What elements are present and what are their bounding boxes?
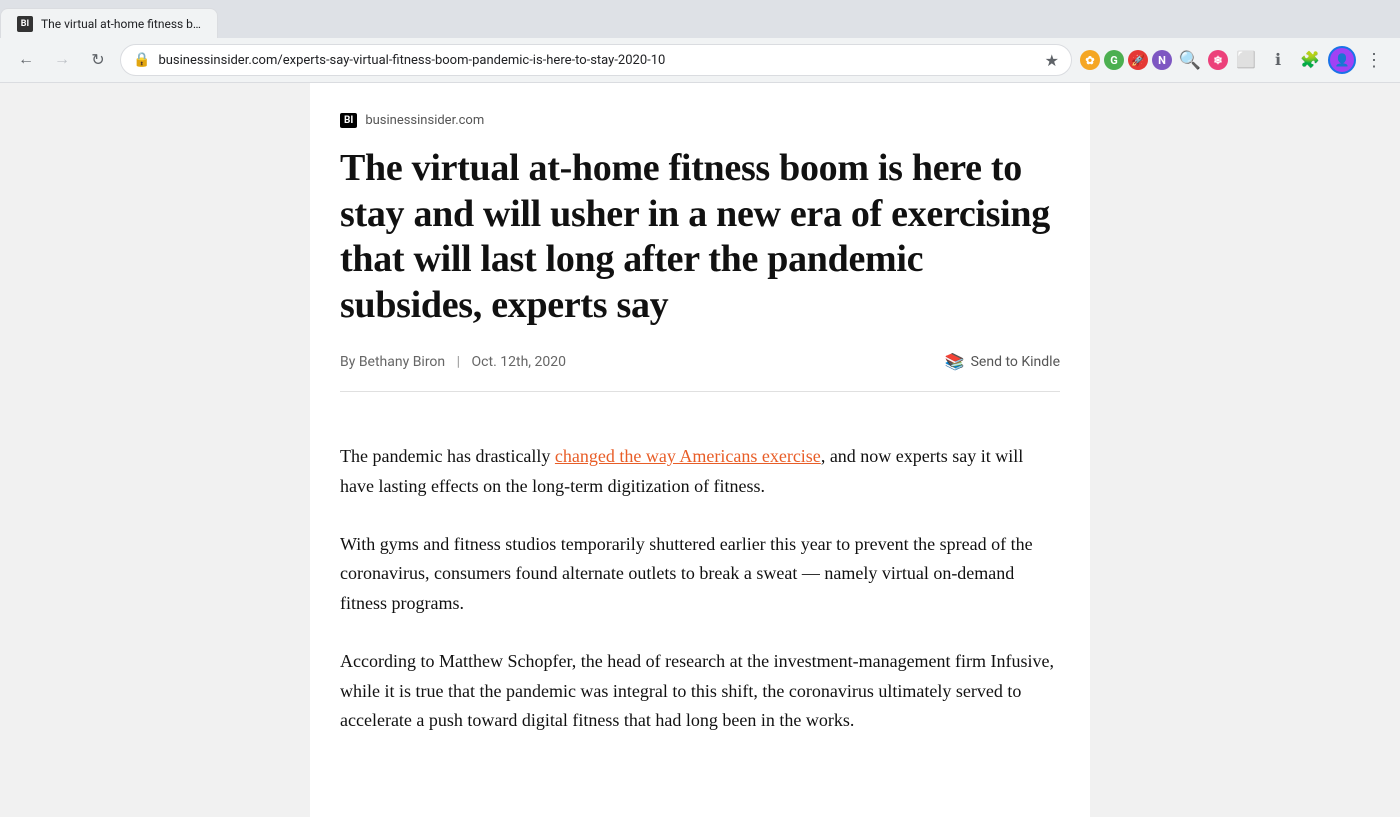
tab-bar: BI The virtual at-home fitness boom is h… <box>0 0 1400 38</box>
grammarly-extension[interactable]: G <box>1104 50 1124 70</box>
browser-toolbar: ← → ↻ 🔒 businessinsider.com/experts-say-… <box>0 38 1400 82</box>
sunflower-extension[interactable]: ✿ <box>1080 50 1100 70</box>
send-to-kindle-button[interactable]: 📚 Send to Kindle <box>945 352 1060 371</box>
article-header: BI businessinsider.com The virtual at-ho… <box>310 113 1090 442</box>
address-bar[interactable]: 🔒 businessinsider.com/experts-say-virtua… <box>120 44 1072 76</box>
profile-avatar[interactable]: 👤 <box>1328 46 1356 74</box>
tab-favicon: BI <box>17 16 33 32</box>
paragraph-3: According to Matthew Schopfer, the head … <box>340 647 1060 736</box>
article-content: BI businessinsider.com The virtual at-ho… <box>310 83 1090 817</box>
bookmark-icon[interactable]: ★ <box>1045 51 1059 70</box>
active-tab[interactable]: BI The virtual at-home fitness boom is h… <box>0 8 218 38</box>
snowflake-extension[interactable]: ❄ <box>1208 50 1228 70</box>
para1-link[interactable]: changed the way Americans exercise <box>555 446 821 466</box>
source-line: BI businessinsider.com <box>340 113 1060 128</box>
info-extension[interactable]: ℹ <box>1264 46 1292 74</box>
article-title: The virtual at-home fitness boom is here… <box>340 146 1060 328</box>
lock-icon: 🔒 <box>133 52 150 68</box>
author-name: By Bethany Biron <box>340 354 445 370</box>
rocket-extension[interactable]: 🚀 <box>1128 50 1148 70</box>
screenshot-extension[interactable]: ⬜ <box>1232 46 1260 74</box>
extension-icons: ✿ G 🚀 N 🔍 ❄ ⬜ ℹ 🧩 👤 ⋮ <box>1080 46 1388 74</box>
back-button[interactable]: ← <box>12 46 40 74</box>
para1-text-before: The pandemic has drastically <box>340 446 555 466</box>
bi-logo: BI <box>340 113 357 128</box>
source-name: businessinsider.com <box>365 113 484 128</box>
left-sidebar <box>0 83 310 817</box>
article-body: The pandemic has drastically changed the… <box>310 442 1090 736</box>
url-text: businessinsider.com/experts-say-virtual-… <box>158 53 1036 68</box>
article-meta: By Bethany Biron | Oct. 12th, 2020 📚 Sen… <box>340 352 1060 392</box>
send-to-kindle-label: Send to Kindle <box>971 354 1060 370</box>
right-sidebar <box>1090 83 1400 817</box>
publish-date: Oct. 12th, 2020 <box>472 354 566 370</box>
search-toolbar-btn[interactable]: 🔍 <box>1176 46 1204 74</box>
refresh-button[interactable]: ↻ <box>84 46 112 74</box>
forward-button[interactable]: → <box>48 46 76 74</box>
byline-separator: | <box>457 354 460 370</box>
chrome-menu[interactable]: ⋮ <box>1360 46 1388 74</box>
onenote-extension[interactable]: N <box>1152 50 1172 70</box>
page-outer: BI businessinsider.com The virtual at-ho… <box>0 83 1400 817</box>
paragraph-1: The pandemic has drastically changed the… <box>340 442 1060 501</box>
byline: By Bethany Biron | Oct. 12th, 2020 <box>340 354 566 370</box>
paragraph-2: With gyms and fitness studios temporaril… <box>340 530 1060 619</box>
browser-chrome: BI The virtual at-home fitness boom is h… <box>0 0 1400 83</box>
tab-title-text: The virtual at-home fitness boom is here… <box>41 17 201 31</box>
kindle-icon: 📚 <box>945 352 965 371</box>
extensions-puzzle[interactable]: 🧩 <box>1296 46 1324 74</box>
